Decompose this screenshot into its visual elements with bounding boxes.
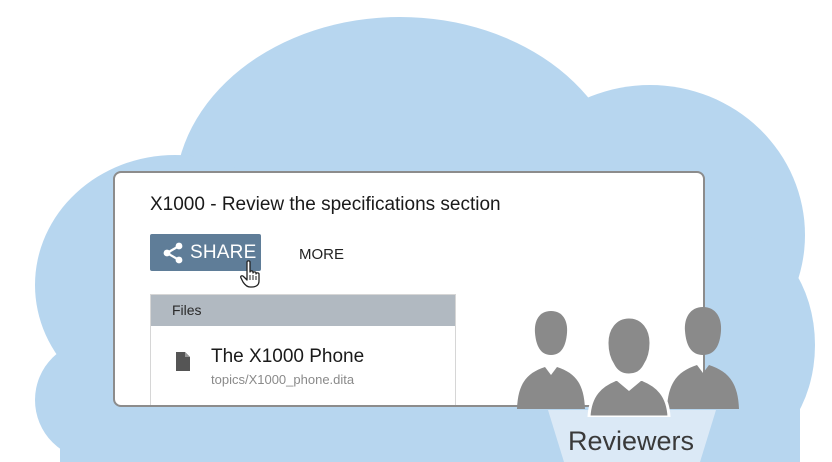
files-panel: Files The X1000 Phone topics/X1000_phone… — [150, 294, 456, 405]
share-icon — [163, 242, 183, 263]
hand-pointer-icon — [240, 260, 260, 288]
file-name: The X1000 Phone — [211, 346, 365, 367]
file-path: topics/X1000_phone.dita — [211, 372, 355, 387]
files-header: Files — [151, 295, 455, 326]
file-list-item[interactable]: The X1000 Phone topics/X1000_phone.dita — [176, 346, 436, 390]
reviewers-group-icon — [517, 307, 739, 417]
document-icon — [176, 352, 190, 371]
more-button[interactable]: MORE — [299, 246, 344, 263]
task-title: X1000 - Review the specifications sectio… — [150, 194, 501, 215]
reviewers-label: Reviewers — [568, 426, 695, 456]
